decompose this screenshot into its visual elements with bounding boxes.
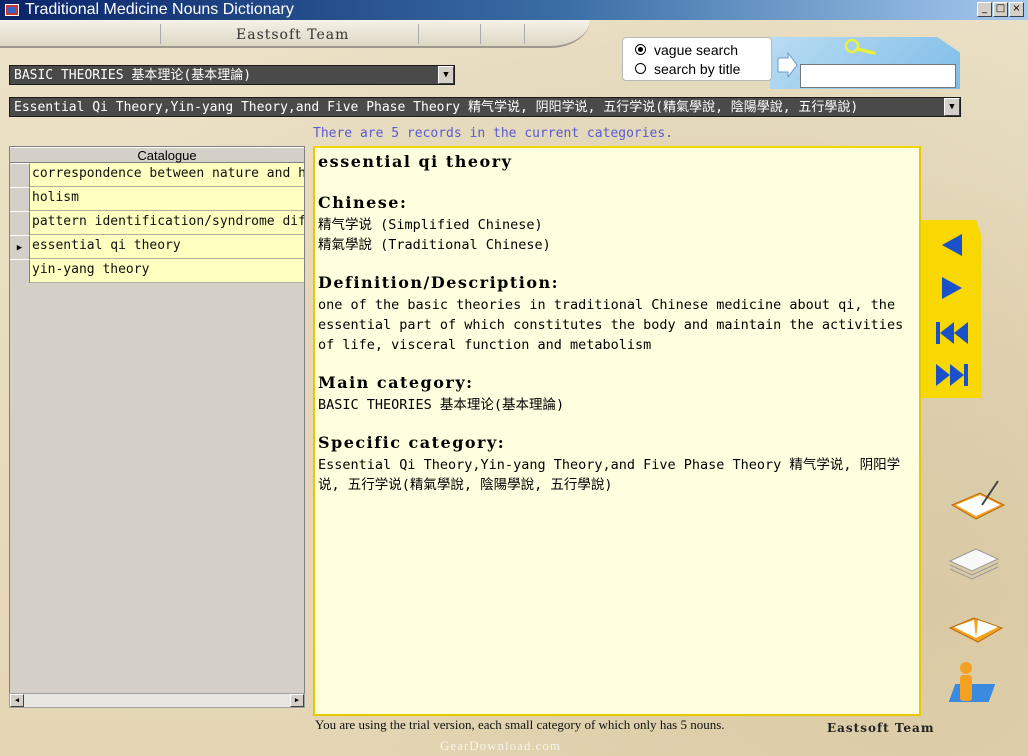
scroll-right-icon[interactable]: ▶ — [290, 694, 304, 707]
detail-panel: essential qi theory Chinese: 精气学说 (Simpl… — [313, 146, 921, 716]
title-search-label: search by title — [654, 60, 741, 77]
close-button[interactable]: × — [1009, 2, 1024, 17]
main-category-value: BASIC THEORIES 基本理论(基本理論) — [14, 68, 252, 83]
edit-notes-icon[interactable] — [946, 475, 1008, 527]
app-icon — [5, 4, 19, 16]
detail-term: essential qi theory — [318, 152, 513, 171]
magnifier-icon[interactable] — [842, 38, 882, 56]
user-icon[interactable] — [946, 660, 1008, 712]
catalogue-row[interactable]: correspondence between nature and human — [10, 163, 304, 187]
catalogue-row[interactable]: ▶ essential qi theory — [10, 235, 304, 259]
trial-notice: You are using the trial version, each sm… — [315, 717, 725, 732]
title-bar: Traditional Medicine Nouns Dictionary _ … — [0, 0, 1028, 20]
strip-divider — [418, 24, 419, 44]
next-icon[interactable] — [932, 273, 972, 303]
catalogue-rows: correspondence between nature and humanh… — [10, 163, 304, 283]
chevron-down-icon[interactable]: ▼ — [438, 66, 454, 84]
horizontal-scrollbar[interactable]: ◀ ▶ — [9, 693, 305, 708]
vague-search-option[interactable]: vague search — [623, 40, 771, 59]
minimize-button[interactable]: _ — [977, 2, 992, 17]
maximize-button[interactable]: □ — [993, 2, 1008, 17]
catalogue-row-label[interactable]: holism — [30, 187, 304, 210]
catalogue-row[interactable]: pattern identification/syndrome differen… — [10, 211, 304, 235]
catalogue-row[interactable]: holism — [10, 187, 304, 211]
catalogue-row-label[interactable]: correspondence between nature and human — [30, 163, 304, 186]
catalogue-row-label[interactable]: yin-yang theory — [30, 259, 304, 282]
catalogue-row-label[interactable]: pattern identification/syndrome differen… — [30, 211, 304, 234]
vague-search-radio[interactable] — [635, 44, 646, 55]
previous-icon[interactable] — [932, 230, 972, 260]
search-input[interactable] — [800, 64, 956, 88]
main-category-select[interactable]: BASIC THEORIES 基本理论(基本理論) ▼ — [9, 65, 455, 85]
row-selector[interactable] — [10, 187, 30, 211]
chevron-down-icon[interactable]: ▼ — [944, 98, 960, 116]
chinese-simplified: 精气学说 (Simplified Chinese) — [318, 217, 543, 233]
first-record-icon[interactable] — [932, 318, 972, 348]
last-record-icon[interactable] — [932, 360, 972, 390]
search-mode-group: vague search search by title — [622, 37, 772, 81]
documents-icon[interactable] — [946, 535, 1008, 587]
chinese-traditional: 精氣學說 (Traditional Chinese) — [318, 237, 551, 253]
team-label-bottom: Eastsoft Team — [827, 721, 935, 735]
current-row-pointer-icon[interactable]: ▶ — [10, 235, 30, 259]
strip-divider — [160, 24, 161, 44]
window-controls: _ □ × — [977, 2, 1024, 17]
catalogue-row[interactable]: yin-yang theory — [10, 259, 304, 283]
records-count: There are 5 records in the current categ… — [313, 126, 674, 141]
definition-text: one of the basic theories in traditional… — [318, 297, 904, 353]
window-title: Traditional Medicine Nouns Dictionary — [25, 1, 294, 18]
row-selector[interactable] — [10, 259, 30, 283]
specific-category-heading: Specific category: — [318, 433, 506, 452]
open-book-icon[interactable] — [946, 598, 1008, 650]
chinese-heading: Chinese: — [318, 193, 408, 212]
strip-divider — [480, 24, 481, 44]
catalogue-row-label[interactable]: essential qi theory — [30, 235, 304, 258]
title-search-radio[interactable] — [635, 63, 646, 74]
team-label-top: Eastsoft Team — [236, 27, 350, 43]
vague-search-label: vague search — [654, 41, 739, 58]
strip-divider — [524, 24, 525, 44]
main-category-heading: Main category: — [318, 373, 474, 392]
main-category-text: BASIC THEORIES 基本理论(基本理論) — [318, 397, 565, 413]
definition-heading: Definition/Description: — [318, 273, 560, 292]
scroll-left-icon[interactable]: ◀ — [10, 694, 24, 707]
catalogue-grid: Catalogue correspondence between nature … — [9, 146, 305, 708]
row-selector[interactable] — [10, 163, 30, 187]
title-search-option[interactable]: search by title — [623, 59, 771, 78]
catalogue-header[interactable]: Catalogue — [10, 147, 304, 163]
watermark: GearDownload.com — [440, 738, 562, 753]
specific-category-value: Essential Qi Theory,Yin-yang Theory,and … — [14, 100, 859, 115]
specific-category-text: Essential Qi Theory,Yin-yang Theory,and … — [318, 457, 901, 493]
go-arrow-icon[interactable] — [776, 51, 798, 79]
specific-category-select[interactable]: Essential Qi Theory,Yin-yang Theory,and … — [9, 97, 961, 117]
row-selector[interactable] — [10, 211, 30, 235]
